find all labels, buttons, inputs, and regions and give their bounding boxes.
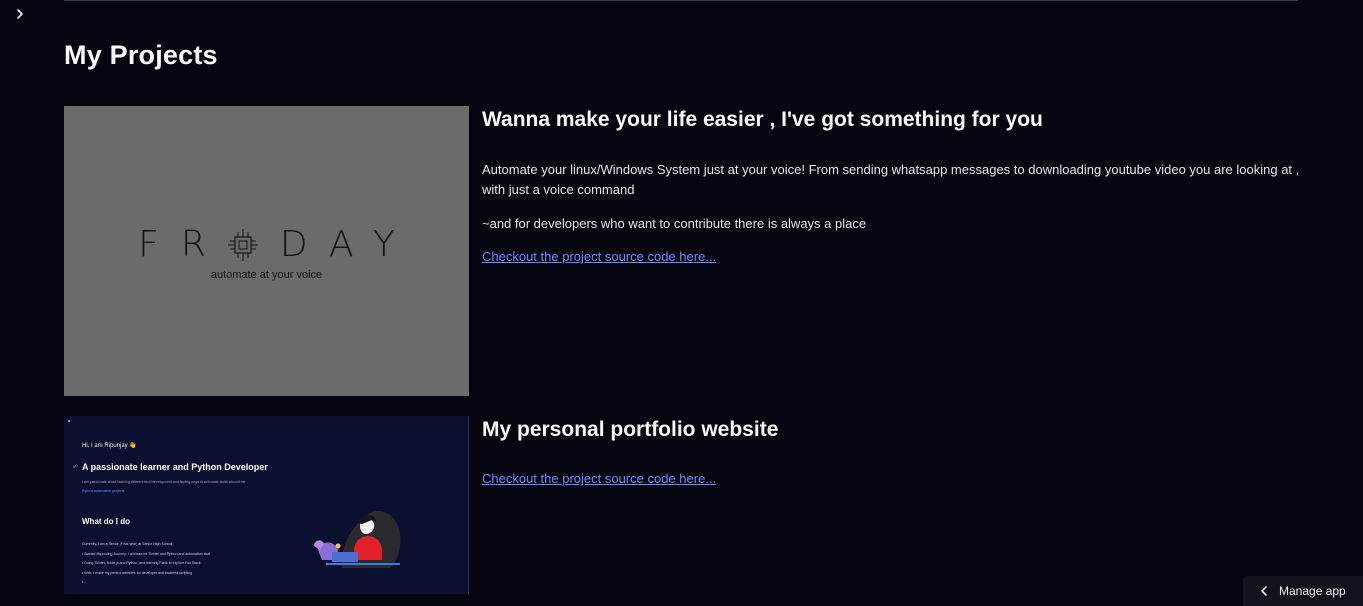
- preview-list-item: ...: [82, 578, 312, 588]
- page-title: My Projects: [64, 40, 218, 70]
- preview-side-icon: ☍: [73, 464, 79, 470]
- chip-icon: [227, 228, 258, 261]
- project-card-friday: Wanna make your life easier , I've got s…: [482, 106, 1302, 266]
- preview-list-item: Web: I make my perfect websites for deve…: [82, 569, 312, 579]
- friday-logo-left: FR: [138, 224, 228, 265]
- preview-intro: Currently, I am a Senior (Final year) at…: [82, 542, 173, 546]
- portfolio-project-image: Hi, I am Ripunjay 👋 ☍ A passionate learn…: [64, 416, 469, 594]
- portfolio-preview: Hi, I am Ripunjay 👋 ☍ A passionate learn…: [64, 416, 468, 594]
- top-divider: [64, 0, 1298, 1]
- preview-link: Python automation projects: [82, 489, 125, 493]
- project-contribute-note: ~and for developers who want to contribu…: [482, 216, 867, 231]
- preview-dot: [68, 420, 70, 422]
- manage-app-button[interactable]: Manage app: [1243, 576, 1363, 606]
- friday-logo: FR DAY automate at your voice: [64, 224, 469, 281]
- preview-subtitle: I am passionate about learning different…: [82, 480, 246, 484]
- source-code-link[interactable]: Checkout the project source code here...: [482, 471, 716, 486]
- project-heading: Wanna make your life easier , I've got s…: [482, 108, 1043, 131]
- friday-logo-right: DAY: [279, 224, 417, 265]
- preview-section-title: What do I do: [82, 517, 130, 526]
- preview-list: Currently, I am a Senior (Final year) at…: [82, 540, 312, 588]
- preview-list-item: Doing Tkinter, Node.js and Python, and l…: [82, 559, 312, 569]
- developer-illustration: [314, 510, 401, 568]
- project-card-portfolio: My personal portfolio website Checkout t…: [482, 416, 1302, 488]
- sidebar-expand-button[interactable]: [12, 6, 28, 22]
- friday-project-image: FR DAY automate at your voice: [64, 106, 469, 396]
- preview-list-item: Started My coding Journey: I am learned …: [82, 550, 312, 560]
- project-heading: My personal portfolio website: [482, 418, 779, 441]
- chevron-right-icon: [17, 9, 23, 19]
- source-code-link[interactable]: Checkout the project source code here...: [482, 249, 716, 264]
- manage-app-label: Manage app: [1279, 584, 1346, 598]
- preview-greeting: Hi, I am Ripunjay 👋: [82, 443, 137, 449]
- preview-title: A passionate learner and Python Develope…: [82, 462, 268, 472]
- chevron-left-icon: [1261, 586, 1267, 596]
- project-description: Automate your linux/Windows System just …: [482, 162, 1300, 197]
- friday-tagline: automate at your voice: [210, 269, 323, 281]
